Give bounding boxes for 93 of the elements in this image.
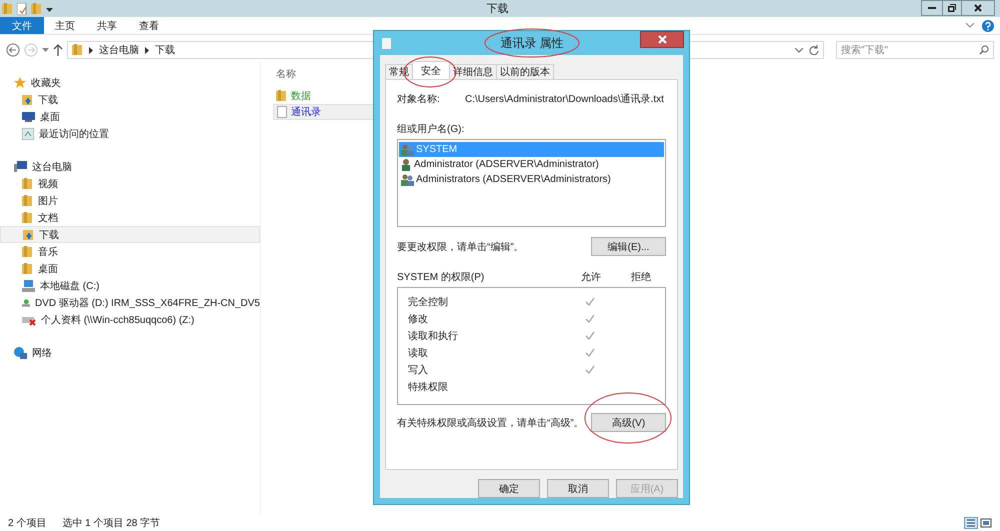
folder-icon <box>22 178 33 190</box>
file-row[interactable]: 数据 <box>273 88 382 104</box>
document-icon <box>382 38 391 48</box>
computer-icon <box>14 160 27 172</box>
ribbon-tab[interactable]: 查看 <box>128 17 170 34</box>
close-icon <box>658 35 666 44</box>
separator-arrow-icon <box>89 46 93 54</box>
close-button[interactable] <box>640 31 684 48</box>
nav-item[interactable]: 下载 <box>0 226 260 243</box>
up-arrow-icon[interactable] <box>53 44 63 56</box>
advanced-hint: 有关特殊权限或高级设置，请单击“高级”。 <box>397 416 584 430</box>
permission-name: 特殊权限 <box>408 380 449 394</box>
caret-icon[interactable] <box>46 6 53 12</box>
separator-arrow-icon <box>145 46 149 54</box>
nav-item[interactable]: DVD 驱动器 (D:) IRM_SSS_X64FRE_ZH-CN_DV5 <box>0 294 260 311</box>
search-field[interactable]: 搜索"下载" <box>836 41 994 59</box>
edit-hint: 要更改权限，请单击“编辑”。 <box>397 240 524 254</box>
nav-item[interactable]: 音乐 <box>0 243 260 260</box>
nav-item[interactable]: 收藏夹 <box>0 74 260 91</box>
dialog-button[interactable]: 取消 <box>547 479 609 498</box>
back-icon[interactable] <box>6 43 20 57</box>
refresh-icon[interactable] <box>809 45 819 55</box>
permission-name: 完全控制 <box>408 296 449 308</box>
window-title: 下载 <box>486 2 508 16</box>
close-button[interactable] <box>961 0 995 16</box>
nav-item[interactable]: 桌面 <box>0 260 260 277</box>
tab[interactable]: 以前的版本 <box>496 64 554 79</box>
permission-name: 读取和执行 <box>408 330 459 342</box>
breadcrumb[interactable]: 下载 <box>155 43 175 57</box>
download-folder-icon <box>72 44 83 56</box>
user-item[interactable]: Administrators (ADSERVER\Administrators) <box>399 172 664 187</box>
edit-button[interactable]: 编辑(E)... <box>591 237 666 256</box>
help-icon[interactable] <box>982 20 994 32</box>
close-icon <box>974 4 982 12</box>
nav-item[interactable]: 个人资料 (\\Win-cch85uqqco6) (Z:) <box>0 311 260 328</box>
folder-icon <box>22 262 33 274</box>
search-icon <box>979 45 989 55</box>
permission-name: 修改 <box>408 312 429 326</box>
download-folder-icon <box>23 228 34 240</box>
folder-icon <box>276 90 287 102</box>
folder-icon <box>22 246 33 258</box>
nav-item[interactable]: 网络 <box>0 344 260 361</box>
thumbnail-view-icon[interactable] <box>980 517 992 529</box>
minimize-button[interactable] <box>921 0 943 16</box>
chevron-icon[interactable] <box>795 48 803 52</box>
nav-item[interactable]: 图片 <box>0 192 260 209</box>
folder-icon <box>2 2 13 14</box>
permission-name: 写入 <box>408 364 429 376</box>
star-icon <box>14 76 26 88</box>
recent-places-icon <box>22 128 34 140</box>
folder-icon <box>22 194 33 206</box>
column-header: 允许 <box>580 270 602 284</box>
nav-item[interactable]: 桌面 <box>0 108 260 125</box>
groups-label: 组或用户名(G): <box>397 122 466 136</box>
folder-icon <box>22 212 33 224</box>
restore-button[interactable] <box>942 0 962 16</box>
nav-item[interactable]: 这台电脑 <box>0 158 260 175</box>
network-icon <box>14 346 27 358</box>
restore-icon <box>948 4 956 12</box>
dialog-button[interactable]: 确定 <box>478 479 540 498</box>
nav-item[interactable]: 下载 <box>0 91 260 108</box>
nav-item[interactable]: 视频 <box>0 175 260 192</box>
users-icon <box>401 144 414 156</box>
document-icon <box>277 106 287 118</box>
object-name-label: 对象名称: <box>397 92 441 106</box>
breadcrumb[interactable]: 这台电脑 <box>99 43 139 57</box>
permission-name: 读取 <box>408 346 429 360</box>
download-folder-icon <box>22 94 33 106</box>
dialog-title: 通讯录 属性 <box>500 34 564 52</box>
ribbon-tab[interactable]: 共享 <box>86 17 128 34</box>
nav-item[interactable]: 本地磁盘 (C:) <box>0 277 260 294</box>
column-header: 拒绝 <box>630 270 652 284</box>
nav-item[interactable]: 最近访问的位置 <box>0 125 260 142</box>
minimize-icon <box>928 7 936 9</box>
advanced-button[interactable]: 高级(V) <box>591 413 666 432</box>
new-folder-icon <box>31 2 42 14</box>
drive-icon <box>22 280 35 292</box>
properties-icon[interactable] <box>17 2 27 14</box>
monitor-icon <box>22 111 35 122</box>
nav-item[interactable]: 文档 <box>0 209 260 226</box>
user-item[interactable]: Administrator (ADSERVER\Administrator) <box>399 157 664 172</box>
object-name: C:\Users\Administrator\Downloads\通讯录.txt <box>465 92 664 106</box>
chevron-icon[interactable] <box>966 23 974 28</box>
tab[interactable]: 安全 <box>412 61 450 79</box>
users-icon <box>401 174 414 186</box>
details-view-icon[interactable] <box>964 517 978 529</box>
ribbon-tab[interactable]: 主页 <box>44 17 86 34</box>
dvd-drive-icon <box>22 296 30 308</box>
selection-info: 选中 1 个项目 28 字节 <box>62 516 160 530</box>
item-count: 2 个项目 <box>8 517 46 530</box>
user-icon <box>401 158 412 170</box>
file-menu-button[interactable]: 文件 <box>0 17 44 34</box>
permissions-label: SYSTEM 的权限(P) <box>397 270 486 284</box>
